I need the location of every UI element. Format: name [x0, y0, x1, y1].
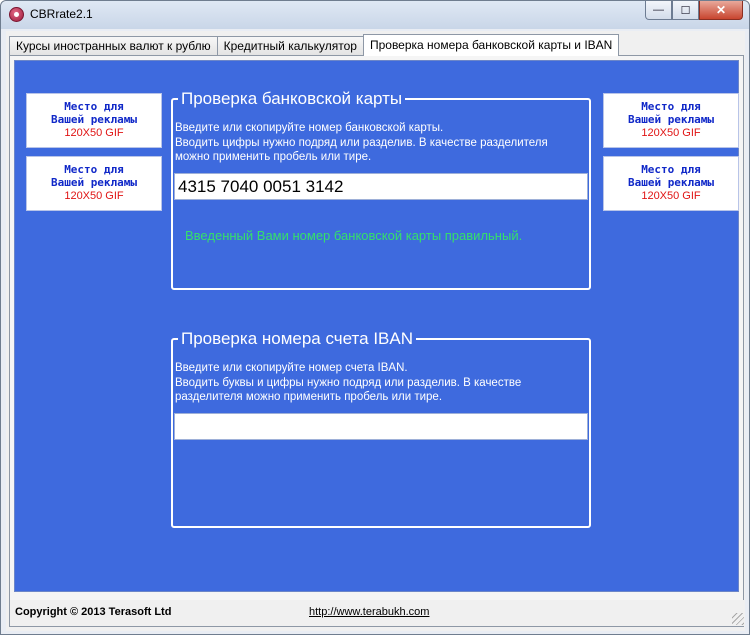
ad-line-2: Вашей рекламы [50, 113, 138, 126]
ad-banner-left-top[interactable]: Место для Вашей рекламы 120X50 GIF [26, 93, 162, 148]
iban-check-group: Проверка номера счета IBAN Введите или с… [171, 330, 591, 528]
card-check-result: Введенный Вами номер банковской карты пр… [185, 228, 523, 243]
title-bar[interactable]: CBRrate2.1 — ☐ ✕ [1, 1, 749, 29]
app-icon[interactable] [9, 7, 24, 22]
maximize-icon: ☐ [680, 4, 691, 17]
card-check-hint-line: Вводить цифры нужно подряд или разделив.… [175, 136, 548, 149]
ad-size: 120X50 GIF [64, 127, 124, 139]
tab-card-iban-check[interactable]: Проверка номера банковской карты и IBAN [362, 34, 620, 56]
window-title: CBRrate2.1 [30, 7, 93, 21]
app-window: CBRrate2.1 — ☐ ✕ Курсы иностранных валют… [0, 0, 750, 635]
ad-line-2: Вашей рекламы [50, 176, 138, 189]
website-link[interactable]: http://www.terabukh.com [309, 606, 429, 618]
tab-currency-rates[interactable]: Курсы иностранных валют к рублю [9, 36, 218, 56]
tab-credit-calculator[interactable]: Кредитный калькулятор [216, 36, 364, 56]
ad-banner-left-bottom[interactable]: Место для Вашей рекламы 120X50 GIF [26, 156, 162, 211]
card-check-group: Проверка банковской карты Введите или ск… [171, 90, 591, 290]
ad-line-1: Место для [641, 100, 701, 113]
card-number-input[interactable]: 4315 7040 0051 3142 [174, 173, 588, 200]
tab-strip: Курсы иностранных валют к рублю Кредитны… [9, 34, 620, 56]
ad-line-1: Место для [641, 163, 701, 176]
ad-size: 120X50 GIF [641, 127, 701, 139]
close-icon: ✕ [715, 3, 727, 17]
window-controls: — ☐ ✕ [645, 1, 743, 20]
iban-check-hint-line: Введите или скопируйте номер счета IBAN. [175, 362, 408, 374]
card-check-hint: Введите или скопируйте номер банковской … [175, 121, 548, 165]
ad-line-2: Вашей рекламы [627, 176, 715, 189]
copyright-text: Copyright © 2013 Terasoft Ltd [15, 606, 172, 618]
ad-line-1: Место для [64, 100, 124, 113]
ad-line-1: Место для [64, 163, 124, 176]
tab-page: Место для Вашей рекламы 120X50 GIF Место… [9, 55, 745, 627]
maximize-button[interactable]: ☐ [672, 1, 699, 20]
minimize-icon: — [653, 4, 664, 16]
ad-size: 120X50 GIF [641, 190, 701, 202]
card-check-hint-line: можно применить пробель или тире. [175, 151, 372, 163]
iban-input[interactable] [174, 413, 588, 440]
client-area: Курсы иностранных валют к рублю Кредитны… [6, 31, 745, 631]
ad-line-2: Вашей рекламы [627, 113, 715, 126]
ad-banner-right-bottom[interactable]: Место для Вашей рекламы 120X50 GIF [603, 156, 739, 211]
iban-check-hint-line: разделителя можно применить пробель или … [175, 391, 443, 403]
iban-check-title: Проверка номера счета IBAN [181, 329, 413, 348]
resize-grip[interactable] [732, 613, 744, 625]
iban-check-hint: Введите или скопируйте номер счета IBAN.… [175, 361, 521, 405]
close-button[interactable]: ✕ [699, 1, 743, 20]
content-panel: Место для Вашей рекламы 120X50 GIF Место… [14, 60, 739, 592]
card-check-title: Проверка банковской карты [181, 89, 403, 108]
status-footer: Copyright © 2013 Terasoft Ltd http://www… [10, 600, 745, 626]
ad-banner-right-top[interactable]: Место для Вашей рекламы 120X50 GIF [603, 93, 739, 148]
ad-size: 120X50 GIF [64, 190, 124, 202]
minimize-button[interactable]: — [645, 1, 672, 20]
card-check-hint-line: Введите или скопируйте номер банковской … [175, 122, 444, 134]
iban-check-hint-line: Вводить буквы и цифры нужно подряд или р… [175, 376, 522, 389]
